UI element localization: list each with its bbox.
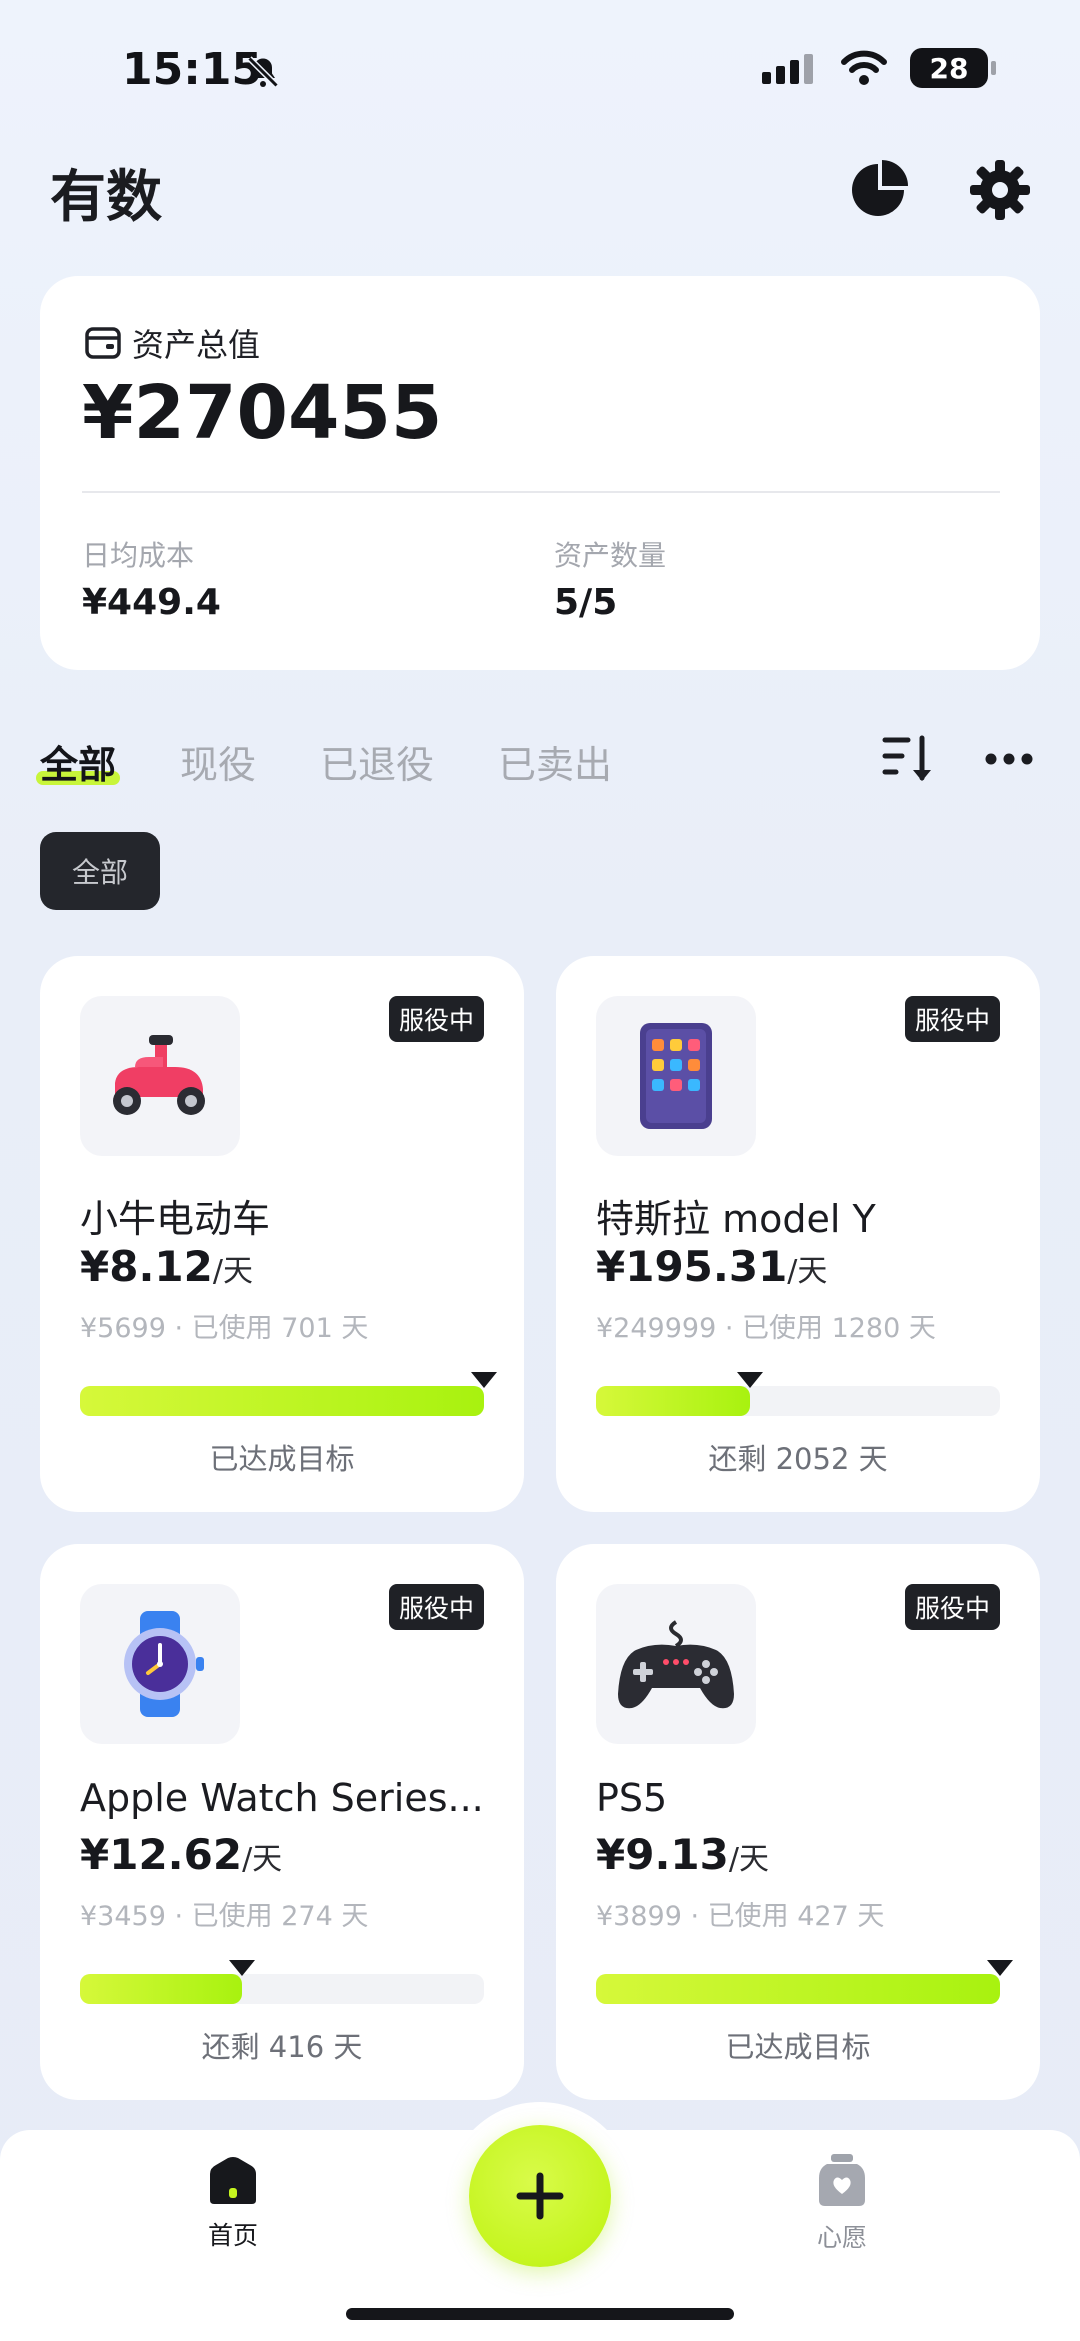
status-indicators: 28 (762, 48, 996, 88)
progress-marker-icon (736, 1372, 763, 1388)
status-badge: 服役中 (388, 1584, 484, 1630)
asset-thumbnail (596, 1584, 756, 1744)
wallet-icon (85, 327, 121, 359)
asset-meta: ¥3899 · 已使用 427 天 (596, 1901, 885, 1932)
asset-count-label: 资产数量 (554, 539, 667, 572)
daily-cost-value: ¥12.62 (80, 1830, 243, 1879)
total-assets-label-row: 资产总值 (84, 320, 260, 366)
status-tabs: 全部 现役 已退役 已卖出 (36, 734, 676, 789)
progress-bar (596, 1960, 1013, 2004)
asset-meta: ¥249999 · 已使用 1280 天 (596, 1313, 936, 1344)
progress-text: 已达成目标 (725, 2030, 871, 2064)
total-assets-value: ¥270455 (82, 370, 443, 456)
daily-cost-value: ¥449.4 (82, 582, 221, 623)
daily-cost-unit: /天 (787, 1254, 828, 1289)
wifi-icon (841, 50, 887, 85)
progress-marker-icon (987, 1960, 1013, 1976)
nav-home[interactable]: 首页 (206, 2156, 260, 2252)
add-asset-button[interactable] (469, 2125, 611, 2267)
asset-meta: ¥5699 · 已使用 701 天 (80, 1313, 369, 1344)
progress-marker-icon (471, 1372, 497, 1388)
progress-marker-icon (228, 1960, 255, 1976)
daily-cost-label: 日均成本 (82, 539, 195, 572)
tab-sold[interactable]: 已卖出 (498, 734, 612, 789)
asset-card[interactable]: 服役中 PS5 ¥9.13/天 ¥3899 · 已使用 427 天 已达成目标 (556, 1544, 1040, 2100)
status-time: 15:15 (122, 44, 263, 95)
asset-name: 小牛电动车 (80, 1197, 271, 1241)
gamepad-icon (618, 1620, 734, 1709)
progress-text: 已达成目标 (209, 1442, 355, 1476)
progress-bar (596, 1372, 1000, 1416)
total-assets-label: 资产总值 (132, 326, 261, 364)
scooter-icon (113, 1035, 205, 1115)
asset-count-value: 5/5 (554, 582, 618, 623)
tab-active-service[interactable]: 现役 (180, 734, 256, 789)
daily-cost: ¥9.13/天 (596, 1830, 769, 1879)
daily-cost: ¥12.62/天 (80, 1830, 282, 1879)
battery-level: 28 (929, 51, 969, 85)
asset-name: 特斯拉 model Y (596, 1197, 876, 1241)
home-indicator (346, 2308, 734, 2320)
plus-icon (516, 2172, 564, 2220)
asset-thumbnail (80, 1584, 240, 1744)
nav-wishlist[interactable]: 心愿 (817, 2152, 867, 2254)
status-badge: 服役中 (904, 996, 1000, 1042)
daily-cost-unit: /天 (242, 1842, 283, 1877)
tab-retired[interactable]: 已退役 (320, 734, 434, 789)
stats-pie-chart-icon[interactable] (846, 158, 910, 222)
asset-name: Apple Watch Series... (80, 1776, 484, 1820)
more-options-icon[interactable] (984, 752, 1034, 766)
divider (82, 491, 1000, 493)
wishlist-jar-icon (819, 2154, 865, 2206)
tablet-icon (640, 1023, 712, 1129)
progress-fill (80, 1386, 484, 1416)
asset-thumbnail (80, 996, 240, 1156)
sort-icon[interactable] (882, 734, 934, 784)
nav-home-label: 首页 (207, 2221, 258, 2250)
progress-fill (596, 1386, 750, 1416)
tab-all[interactable]: 全部 (36, 734, 121, 789)
status-badge: 服役中 (904, 1584, 1000, 1630)
asset-name: PS5 (596, 1776, 668, 1820)
progress-text: 还剩 416 天 (201, 2030, 363, 2064)
daily-cost-value: ¥8.12 (80, 1242, 213, 1291)
tab-label: 现役 (180, 743, 257, 787)
tab-label: 全部 (40, 743, 117, 787)
progress-fill (80, 1974, 242, 2004)
asset-card[interactable]: 服役中 Apple Watch Series... ¥12.62/天 ¥3459… (40, 1544, 524, 2100)
silent-bell-icon (247, 56, 279, 88)
asset-thumbnail (596, 996, 756, 1156)
cellular-signal-icon (762, 54, 813, 84)
status-badge: 服役中 (388, 996, 484, 1042)
battery-indicator: 28 (910, 48, 996, 88)
asset-card[interactable]: 服役中 小牛电动车 ¥8.12/天 ¥5699 · 已使用 701 天 已达成目… (40, 956, 524, 1512)
daily-cost: ¥195.31/天 (596, 1242, 827, 1291)
daily-cost-unit: /天 (728, 1842, 769, 1877)
category-filter-chip[interactable]: 全部 (40, 832, 160, 910)
daily-cost: ¥8.12/天 (80, 1242, 253, 1291)
asset-card[interactable]: 服役中 特斯拉 model Y ¥195.31/天 ¥249999 · 已使用 … (556, 956, 1040, 1512)
progress-fill (596, 1974, 1000, 2004)
settings-gear-icon[interactable] (968, 158, 1032, 222)
tab-label: 已卖出 (498, 743, 613, 787)
watch-icon (124, 1611, 204, 1717)
nav-wishlist-label: 心愿 (817, 2223, 868, 2252)
asset-meta: ¥3459 · 已使用 274 天 (80, 1901, 369, 1932)
daily-cost-unit: /天 (212, 1254, 253, 1289)
daily-cost-value: ¥195.31 (596, 1242, 788, 1291)
progress-text: 还剩 2052 天 (708, 1442, 888, 1476)
daily-cost-value: ¥9.13 (596, 1830, 729, 1879)
progress-bar (80, 1960, 484, 2004)
progress-bar (80, 1372, 497, 1416)
home-icon (210, 2157, 256, 2204)
asset-summary-card: 资产总值 ¥270455 日均成本 ¥449.4 资产数量 5/5 (40, 276, 1040, 670)
tab-label: 已退役 (320, 743, 435, 787)
page-title: 有数 (50, 165, 162, 230)
